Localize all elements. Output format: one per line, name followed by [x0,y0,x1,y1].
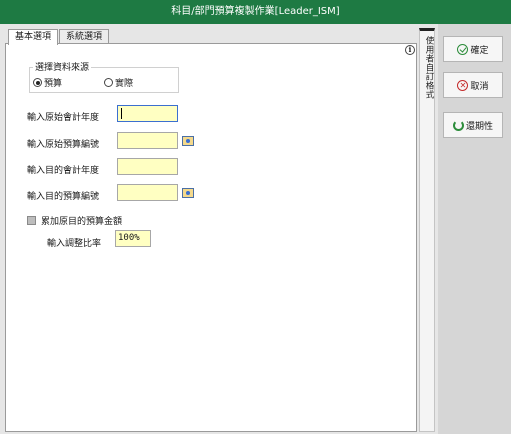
text-caret [121,108,122,119]
window-title: 科目/部門預算複製作業[Leader_ISM] [0,0,511,24]
side-tab-label: 使用者自訂格式 [424,36,434,99]
radio-actual[interactable]: 實際 [104,76,133,89]
button-column: 確定 ✕ 取消 還期性 [438,24,511,434]
confirm-button-label: 確定 [470,45,489,56]
target-budget-lookup-icon[interactable] [182,188,194,198]
side-tab-custom-format[interactable]: 使用者自訂格式 [419,28,435,432]
tab-system-options[interactable]: 系統選項 [59,29,110,44]
ratio-input[interactable]: 100% [115,230,151,247]
tab-basic-options[interactable]: 基本選項 [8,29,59,45]
source-group-title: 選擇資料來源 [33,60,92,73]
tab-strip: 基本選項 系統選項 [8,29,110,45]
ratio-label: 輸入調整比率 [47,239,102,249]
window-body: 基本選項 系統選項 i 選擇資料來源 預算 實際 輸入原始會計年度 輸入原始預算… [0,24,511,434]
source-year-label: 輸入原始會計年度 [27,113,100,123]
radio-actual-label: 實際 [115,79,134,89]
refresh-icon [452,119,464,131]
confirm-button[interactable]: 確定 [443,36,503,62]
radio-actual-circle[interactable] [104,78,113,87]
radio-budget[interactable]: 預算 [33,76,62,89]
source-budget-no-input[interactable] [117,132,178,149]
refresh-button-label: 還期性 [465,121,493,132]
radio-budget-circle[interactable] [33,78,42,87]
target-year-input[interactable] [117,158,178,175]
cancel-button[interactable]: ✕ 取消 [443,72,503,98]
radio-budget-label: 預算 [44,79,63,89]
cancel-button-label: 取消 [470,81,489,92]
accumulate-checkbox[interactable] [27,216,36,225]
accumulate-option[interactable]: 累加原目的預算金額 [27,214,122,227]
cancel-x-icon: ✕ [457,79,469,91]
target-budget-no-input[interactable] [117,184,178,201]
source-year-input[interactable] [117,105,178,122]
check-icon [457,43,469,55]
source-budget-no-label: 輸入原始預算編號 [27,140,100,150]
info-icon[interactable]: i [405,45,415,55]
target-year-label: 輸入目的會計年度 [27,166,100,176]
refresh-button[interactable]: 還期性 [443,112,503,138]
target-budget-no-label: 輸入目的預算編號 [27,192,100,202]
accumulate-label: 累加原目的預算金額 [41,217,123,227]
source-budget-lookup-icon[interactable] [182,136,194,146]
